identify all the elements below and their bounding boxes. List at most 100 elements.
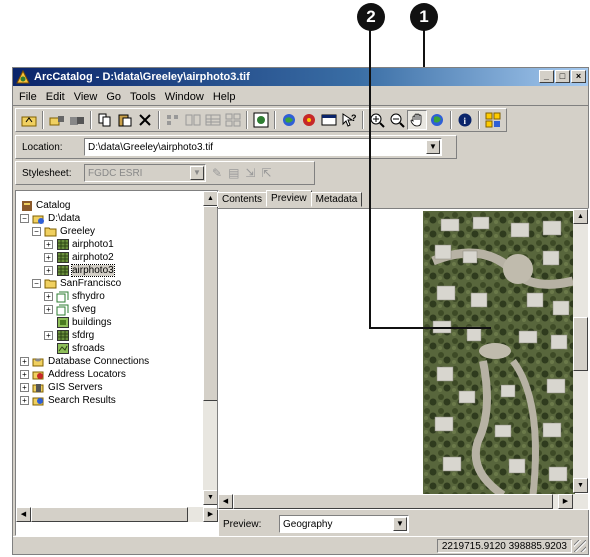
connect-folder-button[interactable] [47,110,67,130]
thumbnails-button[interactable] [223,110,243,130]
tree-item-sanfrancisco[interactable]: − SanFrancisco [32,277,121,290]
preview-vertical-scrollbar[interactable]: ▲ ▼ [573,209,588,493]
expand-icon[interactable]: + [44,331,53,340]
tree-item-airphoto2[interactable]: + airphoto2 [44,251,114,264]
import-metadata-icon[interactable]: ⇲ [245,166,255,180]
raster-icon [56,239,69,251]
tab-contents[interactable]: Contents [217,192,268,207]
menu-tools[interactable]: Tools [130,91,156,103]
location-dropdown-button[interactable]: ▼ [426,140,440,154]
tree-item-sfdrg[interactable]: + sfdrg [44,329,94,342]
tree-item-d-data[interactable]: − D:\data [20,212,80,225]
disconnect-folder-button[interactable] [67,110,87,130]
menu-go[interactable]: Go [106,91,121,103]
details-button[interactable] [203,110,223,130]
large-icons-button[interactable] [163,110,183,130]
paste-button[interactable] [115,110,135,130]
scroll-down-button[interactable]: ▼ [573,478,588,493]
expand-icon[interactable]: + [20,357,29,366]
metadata-properties-icon[interactable]: ▤ [228,166,239,180]
scroll-up-button[interactable]: ▲ [573,209,588,224]
export-metadata-icon[interactable]: ⇱ [261,166,271,180]
catalog-horizontal-scrollbar[interactable]: ◀ ▶ [16,507,218,522]
tree-item-address-locators[interactable]: + Address Locators [20,368,126,381]
collapse-icon[interactable]: − [32,279,41,288]
collapse-icon[interactable]: − [20,214,29,223]
create-thumbnail-button[interactable] [483,110,503,130]
tree-label: Greeley [60,226,96,237]
pan-button[interactable] [407,110,427,130]
collapse-icon[interactable]: − [32,227,41,236]
preview-type-dropdown-button[interactable]: ▼ [393,517,407,531]
tab-preview[interactable]: Preview [266,190,312,207]
expand-icon[interactable]: + [44,253,53,262]
tree-item-airphoto1[interactable]: + airphoto1 [44,238,114,251]
identify-button[interactable]: i [455,110,475,130]
expand-icon[interactable]: + [20,370,29,379]
preview-horizontal-scrollbar[interactable]: ◀ ▶ [218,494,588,509]
whats-this-button[interactable]: ? [339,110,359,130]
expand-icon[interactable]: + [44,305,53,314]
expand-icon[interactable]: + [44,240,53,249]
scroll-left-button[interactable]: ◀ [16,507,31,522]
tree-item-greeley[interactable]: − Greeley [32,225,95,238]
scroll-up-button[interactable]: ▲ [203,191,218,206]
stylesheet-dropdown-button[interactable]: ▼ [190,166,204,180]
tree-item-sfveg[interactable]: + sfveg [44,303,96,316]
menu-window[interactable]: Window [165,91,204,103]
scroll-thumb[interactable] [573,317,588,371]
tree-item-airphoto3[interactable]: + airphoto3 [44,264,115,277]
expand-icon[interactable]: + [20,383,29,392]
menu-help[interactable]: Help [213,91,236,103]
command-line-button[interactable] [319,110,339,130]
resize-grip-icon[interactable] [574,540,586,552]
copy-button[interactable] [95,110,115,130]
scroll-down-button[interactable]: ▼ [203,490,218,505]
close-button[interactable]: × [571,70,586,83]
scroll-right-button[interactable]: ▶ [203,507,218,522]
tree-item-database-connections[interactable]: + Database Connections [20,355,149,368]
large-icons-icon [167,115,178,125]
location-combo[interactable]: D:\data\Greeley\airphoto3.tif ▼ [84,138,442,156]
arctoolbox-button[interactable] [299,110,319,130]
scroll-right-button[interactable]: ▶ [558,494,573,509]
tab-metadata[interactable]: Metadata [310,192,363,207]
search-button[interactable] [279,110,299,130]
tree-label: sfveg [72,304,96,315]
tree-item-buildings[interactable]: buildings [56,316,111,329]
arctoolbox-icon [303,114,315,126]
raster-icon [56,330,69,342]
edit-metadata-icon[interactable]: ✎ [212,166,222,180]
catalog-vertical-scrollbar[interactable]: ▲ ▼ [203,191,218,505]
expand-icon[interactable]: + [44,292,53,301]
tree-item-search-results[interactable]: + Search Results [20,394,116,407]
launch-arcmap-button[interactable] [251,110,271,130]
delete-button[interactable] [135,110,155,130]
expand-icon[interactable]: + [44,266,53,275]
preview-pane[interactable]: ▲ ▼ ◀ ▶ [217,208,589,510]
folder-icon [44,226,57,238]
minimize-button[interactable]: _ [539,70,554,83]
stylesheet-combo[interactable]: FGDC ESRI ▼ [84,164,206,182]
tree-label: airphoto2 [72,252,114,263]
shapefile-icon [56,317,69,329]
maximize-button[interactable]: □ [555,70,570,83]
tree-item-sfhydro[interactable]: + sfhydro [44,290,105,303]
preview-type-value: Geography [283,518,333,530]
list-button[interactable] [183,110,203,130]
tree-item-sfroads[interactable]: sfroads [56,342,105,355]
up-one-level-button[interactable] [19,110,39,130]
full-extent-button[interactable] [427,110,447,130]
scroll-thumb[interactable] [31,507,188,522]
menu-file[interactable]: File [19,91,37,103]
preview-type-combo[interactable]: Geography ▼ [279,515,409,533]
scroll-thumb[interactable] [203,206,218,401]
scroll-thumb[interactable] [233,494,553,509]
zoom-out-button[interactable] [387,110,407,130]
tree-item-gis-servers[interactable]: + GIS Servers [20,381,102,394]
scroll-left-button[interactable]: ◀ [218,494,233,509]
menu-edit[interactable]: Edit [46,91,65,103]
expand-icon[interactable]: + [20,396,29,405]
menu-view[interactable]: View [74,91,98,103]
tree-item-catalog[interactable]: Catalog [20,199,70,212]
